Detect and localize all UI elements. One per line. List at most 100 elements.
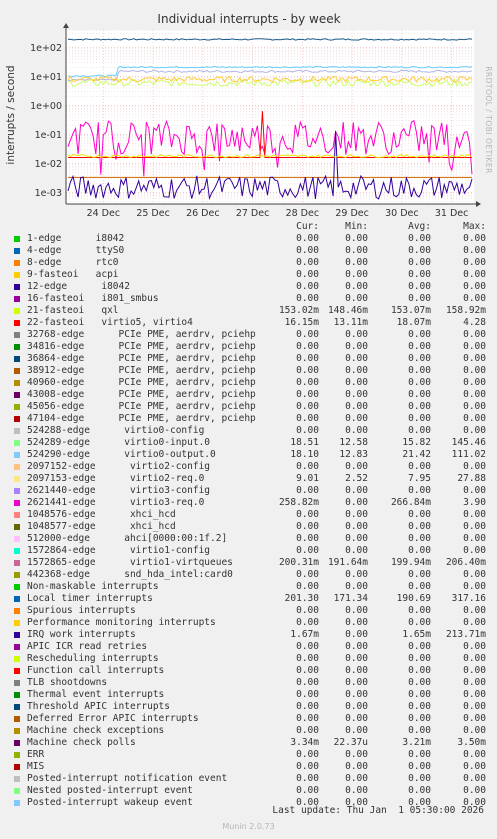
legend-row: 2621441-edge virtio3-req.0 258.82m 0.00 266… [0,497,497,509]
legend-row: Machine check polls 3.34m 22.37u 3.21m 3.50m [0,737,497,749]
legend-swatch-icon [14,284,20,290]
legend-max: 0.00 [463,257,486,268]
legend-min: 0.00 [345,245,368,256]
legend-min: 0.00 [345,401,368,412]
legend-rows: 1-edge i8042 0.00 0.00 0.00 0.00 4-edge ttyS0… [0,233,497,809]
legend-row: 36864-edge PCIe PME, aerdrv, pciehp 0.00 0… [0,353,497,365]
legend-row: ERR 0.00 0.00 0.00 0.00 [0,749,497,761]
legend-swatch-icon [14,464,20,470]
legend-label: 2621441-edge virtio3-req.0 [27,497,205,508]
legend-avg: 0.00 [408,677,431,688]
legend-min: 0.00 [345,389,368,400]
legend-swatch-icon [14,440,20,446]
legend-min: 191.64m [327,557,368,568]
legend-row: 1-edge i8042 0.00 0.00 0.00 0.00 [0,233,497,245]
legend-avg: 0.00 [408,521,431,532]
legend-swatch-icon [14,608,20,614]
x-tick-label: 24 Dec [87,208,121,219]
legend-label: 12-edge i8042 [27,281,130,292]
legend-min: 2.52 [345,473,368,484]
legend-max: 317.16 [451,593,486,604]
legend-label: Threshold APIC interrupts [27,701,170,712]
legend-max: 0.00 [463,341,486,352]
legend-label: 43008-edge PCIe PME, aerdrv, pciehp [27,389,256,400]
header-min: Min: [345,221,368,232]
legend-row: 512000-edge ahci[0000:00:1f.2] 0.00 0.00 0.… [0,533,497,545]
legend-max: 158.92m [445,305,486,316]
legend-avg: 0.00 [408,257,431,268]
legend-row: 32768-edge PCIe PME, aerdrv, pciehp 0.00 0… [0,329,497,341]
legend-label: Thermal event interrupts [27,689,165,700]
legend-min: 0.00 [345,689,368,700]
legend-max: 0.00 [463,605,486,616]
legend-swatch-icon [14,728,20,734]
legend-max: 0.00 [463,569,486,580]
legend-avg: 0.00 [408,233,431,244]
legend-label: 32768-edge PCIe PME, aerdrv, pciehp [27,329,256,340]
legend-max: 0.00 [463,545,486,556]
legend-swatch-icon [14,788,20,794]
legend-avg: 190.69 [396,593,431,604]
legend-avg: 3.21m [402,737,431,748]
legend-max: 0.00 [463,725,486,736]
legend-min: 0.00 [345,629,368,640]
legend-swatch-icon [14,476,20,482]
legend-min: 0.00 [345,569,368,580]
legend-max: 0.00 [463,377,486,388]
legend-min: 0.00 [345,701,368,712]
legend-max: 0.00 [463,713,486,724]
legend-label: 2621440-edge virtio3-config [27,485,211,496]
y-axis-arrow-icon [63,23,69,28]
legend-swatch-icon [14,596,20,602]
legend-max: 111.02 [451,449,486,460]
legend-swatch-icon [14,716,20,722]
legend-row: 16-fasteoi i801_smbus 0.00 0.00 0.00 0.00 [0,293,497,305]
legend-row: 4-edge ttyS0 0.00 0.00 0.00 0.00 [0,245,497,257]
legend-row: Threshold APIC interrupts 0.00 0.00 0.00 0.0… [0,701,497,713]
legend-row: 524289-edge virtio0-input.0 18.51 12.58 15.… [0,437,497,449]
legend-swatch-icon [14,356,20,362]
y-tick-label: 1e-01 [35,130,62,141]
legend-min: 0.00 [345,749,368,760]
legend-label: 1048577-edge xhci_hcd [27,521,176,532]
legend-swatch-icon [14,692,20,698]
legend-avg: 153.07m [390,305,431,316]
legend-row: APIC ICR read retries 0.00 0.00 0.00 0.00 [0,641,497,653]
legend-max: 213.71m [445,629,486,640]
legend-label: TLB shootdowns [27,677,108,688]
legend-min: 0.00 [345,365,368,376]
legend-row: 40960-edge PCIe PME, aerdrv, pciehp 0.00 0… [0,377,497,389]
legend-min: 0.00 [345,509,368,520]
legend-avg: 0.00 [408,329,431,340]
legend-avg: 0.00 [408,689,431,700]
y-tick-label: 1e-02 [35,159,62,170]
legend-min: 0.00 [345,617,368,628]
legend-min: 0.00 [345,605,368,616]
legend-row: 1572865-edge virtio1-virtqueues 200.31m 19… [0,557,497,569]
legend-max: 0.00 [463,389,486,400]
legend-swatch-icon [14,512,20,518]
legend-swatch-icon [14,620,20,626]
legend-label: 524290-edge virtio0-output.0 [27,449,216,460]
legend-row: 1048576-edge xhci_hcd 0.00 0.00 0.00 0.00 [0,509,497,521]
legend-row: Function call interrupts 0.00 0.00 0.00 0.00 [0,665,497,677]
legend-max: 0.00 [463,653,486,664]
legend-row: TLB shootdowns 0.00 0.00 0.00 0.00 [0,677,497,689]
legend-avg: 0.00 [408,377,431,388]
legend-min: 0.00 [345,773,368,784]
legend-swatch-icon [14,452,20,458]
legend-label: 2097153-edge virtio2-req.0 [27,473,205,484]
legend-avg: 0.00 [408,641,431,652]
legend-min: 22.37u [333,737,368,748]
legend-row: Performance monitoring interrupts 0.00 0.0… [0,617,497,629]
legend-min: 0.00 [345,461,368,472]
legend-label: Rescheduling interrupts [27,653,159,664]
legend-header: Cur: Min: Avg: Max: [0,221,497,233]
legend-table: Cur: Min: Avg: Max: 1-edge i8042 0.00 0.00… [0,221,497,809]
legend-avg: 0.00 [408,413,431,424]
legend-max: 0.00 [463,617,486,628]
legend-max: 0.00 [463,293,486,304]
legend-row: Nested posted-interrupt event 0.00 0.00 0.0… [0,785,497,797]
legend-min: 0.00 [345,653,368,664]
legend-swatch-icon [14,524,20,530]
